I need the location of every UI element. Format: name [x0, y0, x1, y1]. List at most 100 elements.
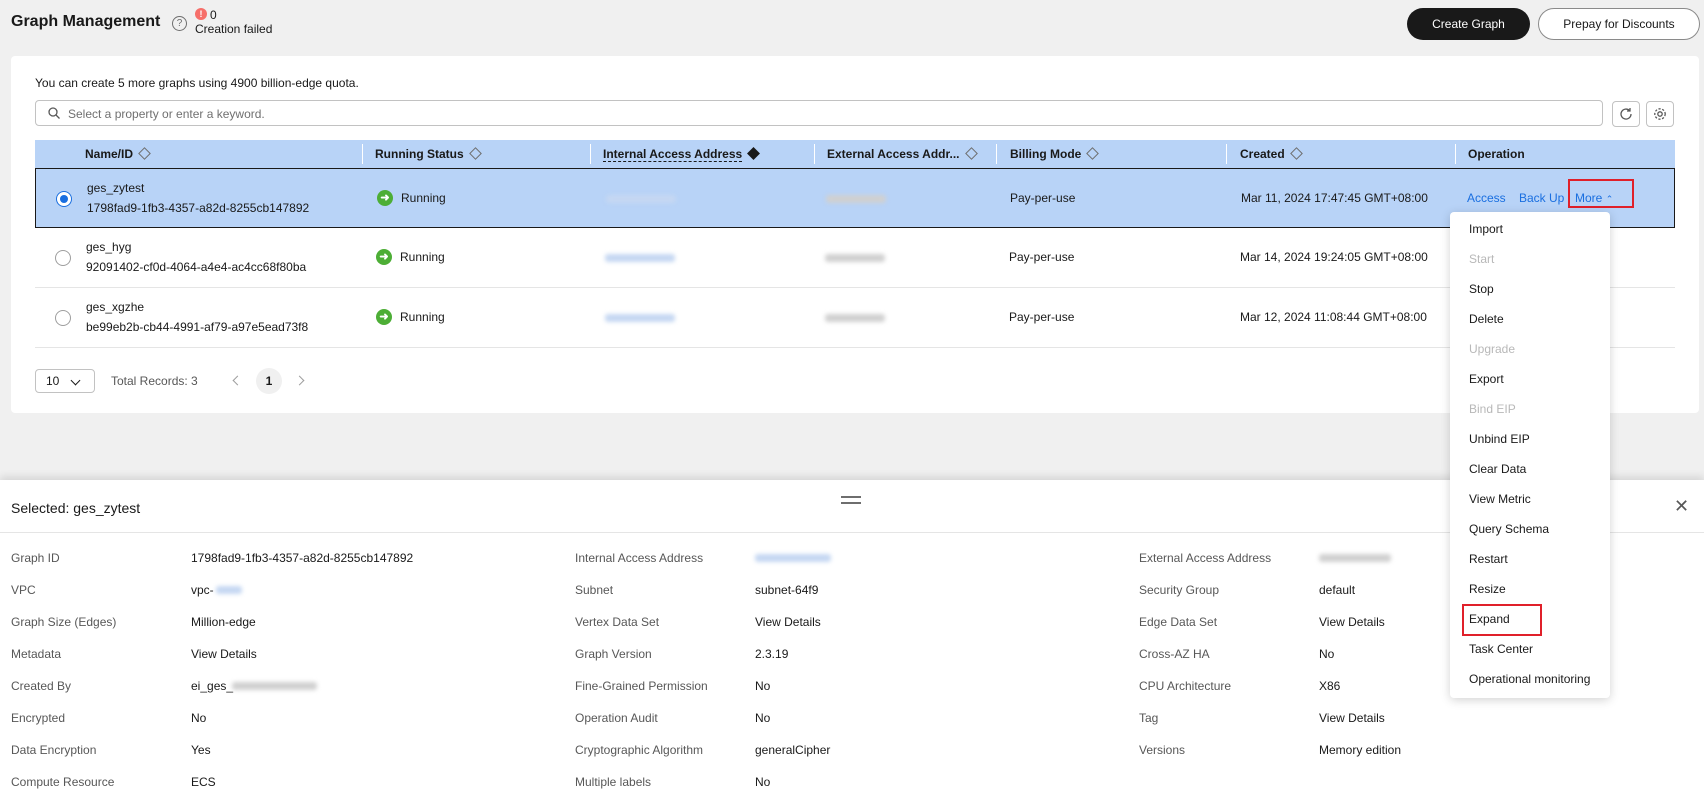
- sort-icon[interactable]: [138, 147, 151, 160]
- external-address-blurred: [825, 314, 885, 322]
- table-header: Name/ID Running Status Internal Access A…: [35, 140, 1675, 168]
- close-icon[interactable]: ✕: [1674, 496, 1689, 517]
- value-versions: Memory edition: [1319, 743, 1402, 757]
- sort-icon[interactable]: [1289, 147, 1303, 160]
- label-tag: Tag: [1139, 711, 1159, 725]
- internal-address-blurred[interactable]: [606, 195, 676, 203]
- billing-mode: Pay-per-use: [1010, 191, 1076, 205]
- created-by-blurred: [232, 682, 317, 690]
- graph-id: 92091402-cf0d-4064-a4e4-ac4cc68f80ba: [86, 260, 307, 274]
- value-operation-audit: No: [755, 711, 771, 725]
- create-graph-button[interactable]: Create Graph: [1407, 8, 1530, 40]
- chevron-down-icon: [70, 375, 81, 386]
- details-panel: Selected: ges_zytest ✕ Graph ID 1798fad9…: [0, 480, 1704, 794]
- label-graph-size: Graph Size (Edges): [11, 615, 117, 629]
- vertex-view-details-link[interactable]: View Details: [755, 615, 821, 629]
- subnet-link[interactable]: subnet-64f9: [755, 583, 818, 597]
- menu-item-export[interactable]: Export: [1469, 372, 1504, 386]
- table-row[interactable]: ges_xgzhe be99eb2b-cb44-4991-af79-a97e5e…: [35, 288, 1675, 348]
- settings-button[interactable]: [1646, 101, 1674, 127]
- row-radio[interactable]: [55, 250, 71, 266]
- graph-name-link[interactable]: ges_xgzhe: [86, 300, 144, 314]
- row-radio[interactable]: [56, 191, 72, 207]
- menu-item-clear-data[interactable]: Clear Data: [1469, 462, 1526, 476]
- failed-label[interactable]: Creation failed: [195, 22, 272, 36]
- col-internal-address[interactable]: Internal Access Address: [603, 140, 761, 168]
- menu-item-query-schema[interactable]: Query Schema: [1469, 522, 1549, 536]
- row-radio[interactable]: [55, 310, 71, 326]
- menu-item-restart[interactable]: Restart: [1469, 552, 1508, 566]
- label-operation-audit: Operation Audit: [575, 711, 658, 725]
- security-group-link[interactable]: default: [1319, 583, 1355, 597]
- prepay-button[interactable]: Prepay for Discounts: [1538, 8, 1700, 40]
- graph-name-link[interactable]: ges_hyg: [86, 240, 131, 254]
- value-graph-version: 2.3.19: [755, 647, 789, 661]
- menu-item-task-center[interactable]: Task Center: [1469, 642, 1533, 656]
- divider: [0, 532, 1704, 533]
- menu-item-resize[interactable]: Resize: [1469, 582, 1506, 596]
- sort-icon[interactable]: [964, 147, 978, 160]
- col-created[interactable]: Created: [1240, 140, 1303, 168]
- menu-item-unbind-eip[interactable]: Unbind EIP: [1469, 432, 1530, 446]
- graph-id: 1798fad9-1fb3-4357-a82d-8255cb147892: [87, 201, 310, 215]
- running-icon: ➜: [376, 249, 392, 265]
- search-input[interactable]: Select a property or enter a keyword.: [35, 100, 1603, 126]
- metadata-view-details-link[interactable]: View Details: [191, 647, 257, 661]
- value-encrypted: No: [191, 711, 207, 725]
- resize-handle-icon[interactable]: [841, 496, 861, 504]
- status-text: Running: [400, 250, 445, 264]
- expand-highlight: [1462, 604, 1542, 636]
- col-billing[interactable]: Billing Mode: [1010, 140, 1100, 168]
- internal-address-blurred[interactable]: [755, 554, 831, 562]
- access-link[interactable]: Access: [1467, 191, 1506, 205]
- backup-link[interactable]: Back Up: [1519, 191, 1564, 205]
- sort-icon[interactable]: [747, 147, 761, 160]
- edge-view-details-link[interactable]: View Details: [1319, 615, 1385, 629]
- label-metadata: Metadata: [11, 647, 62, 661]
- running-icon: ➜: [376, 309, 392, 325]
- col-external-address[interactable]: External Access Addr...: [827, 140, 978, 168]
- label-encrypted: Encrypted: [11, 711, 66, 725]
- table-row[interactable]: ges_hyg 92091402-cf0d-4064-a4e4-ac4cc68f…: [35, 228, 1675, 288]
- menu-item-stop[interactable]: Stop: [1469, 282, 1494, 296]
- menu-item-operational-monitoring[interactable]: Operational monitoring: [1469, 672, 1590, 686]
- prev-page-icon[interactable]: [232, 375, 243, 386]
- label-created-by: Created By: [11, 679, 72, 693]
- tag-view-details-link[interactable]: View Details: [1319, 711, 1385, 725]
- panel-title: Selected: ges_zytest: [11, 500, 141, 516]
- help-icon[interactable]: ?: [172, 16, 187, 31]
- label-graph-id: Graph ID: [11, 551, 60, 565]
- col-name[interactable]: Name/ID: [85, 140, 151, 168]
- label-compute-resource: Compute Resource: [11, 775, 115, 789]
- label-crypto-algorithm: Cryptographic Algorithm: [575, 743, 704, 757]
- internal-address-blurred[interactable]: [605, 314, 675, 322]
- refresh-icon: [1620, 108, 1632, 120]
- refresh-button[interactable]: [1612, 101, 1640, 127]
- menu-item-import[interactable]: Import: [1469, 222, 1503, 236]
- col-status[interactable]: Running Status: [375, 140, 482, 168]
- label-subnet: Subnet: [575, 583, 614, 597]
- internal-address-blurred[interactable]: [605, 254, 675, 262]
- failed-count[interactable]: 0: [210, 8, 217, 22]
- page-size-select[interactable]: 10: [35, 369, 95, 393]
- search-icon: [48, 107, 60, 119]
- next-page-icon[interactable]: [294, 375, 305, 386]
- menu-item-delete[interactable]: Delete: [1469, 312, 1504, 326]
- sort-icon[interactable]: [468, 147, 482, 160]
- label-versions: Versions: [1139, 743, 1186, 757]
- value-vpc-link[interactable]: vpc-: [191, 583, 214, 597]
- graph-name-link[interactable]: ges_zytest: [87, 181, 144, 195]
- label-cross-az-ha: Cross-AZ HA: [1139, 647, 1210, 661]
- value-fine-grained: No: [755, 679, 771, 693]
- value-graph-size: Million-edge: [191, 615, 256, 629]
- value-multiple-labels: No: [755, 775, 771, 789]
- page-current[interactable]: 1: [256, 368, 282, 394]
- value-cpu-architecture: X86: [1319, 679, 1341, 693]
- value-created-by: ei_ges_: [191, 679, 234, 693]
- menu-item-view-metric[interactable]: View Metric: [1469, 492, 1531, 506]
- sort-icon[interactable]: [1086, 147, 1100, 160]
- value-crypto-algorithm: generalCipher: [755, 743, 831, 757]
- table-row[interactable]: ges_zytest 1798fad9-1fb3-4357-a82d-8255c…: [35, 168, 1675, 228]
- label-security-group: Security Group: [1139, 583, 1220, 597]
- more-menu: Import Start Stop Delete Upgrade Export …: [1450, 212, 1610, 698]
